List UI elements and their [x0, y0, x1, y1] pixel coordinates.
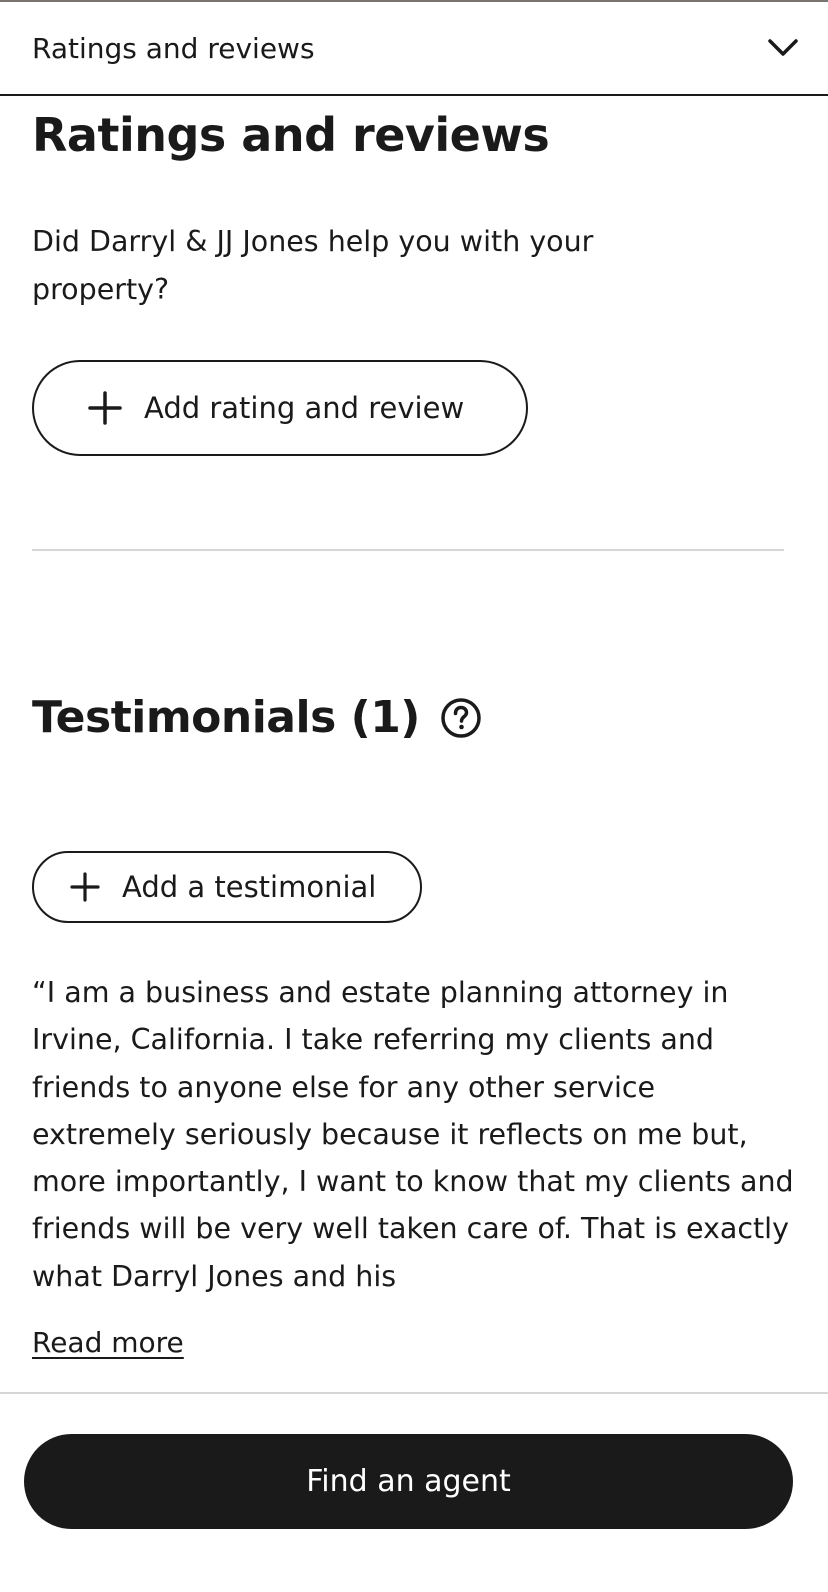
section-divider	[32, 549, 784, 551]
chevron-down-icon[interactable]	[766, 31, 800, 65]
testimonials-heading: Testimonials (1)	[32, 692, 420, 743]
testimonials-heading-row: Testimonials (1)	[32, 692, 482, 743]
add-rating-label: Add rating and review	[144, 391, 465, 425]
add-rating-button[interactable]: Add rating and review	[32, 360, 528, 456]
plus-icon	[88, 391, 122, 425]
read-more-link[interactable]: Read more	[32, 1326, 184, 1359]
add-testimonial-label: Add a testimonial	[122, 870, 377, 904]
help-circle-icon[interactable]	[440, 697, 482, 739]
footer-divider	[0, 1392, 828, 1394]
accordion-title: Ratings and reviews	[32, 31, 315, 65]
ratings-accordion-header[interactable]: Ratings and reviews	[0, 2, 828, 96]
ratings-prompt: Did Darryl & JJ Jones help you with your…	[32, 225, 594, 306]
testimonial-text: “I am a business and estate planning att…	[32, 976, 794, 1293]
add-testimonial-button[interactable]: Add a testimonial	[32, 851, 422, 923]
ratings-heading: Ratings and reviews	[32, 108, 550, 162]
find-agent-button[interactable]: Find an agent	[24, 1434, 793, 1529]
plus-icon	[70, 872, 100, 902]
agent-profile-page: Ratings and reviews Ratings and reviews …	[0, 0, 828, 1592]
